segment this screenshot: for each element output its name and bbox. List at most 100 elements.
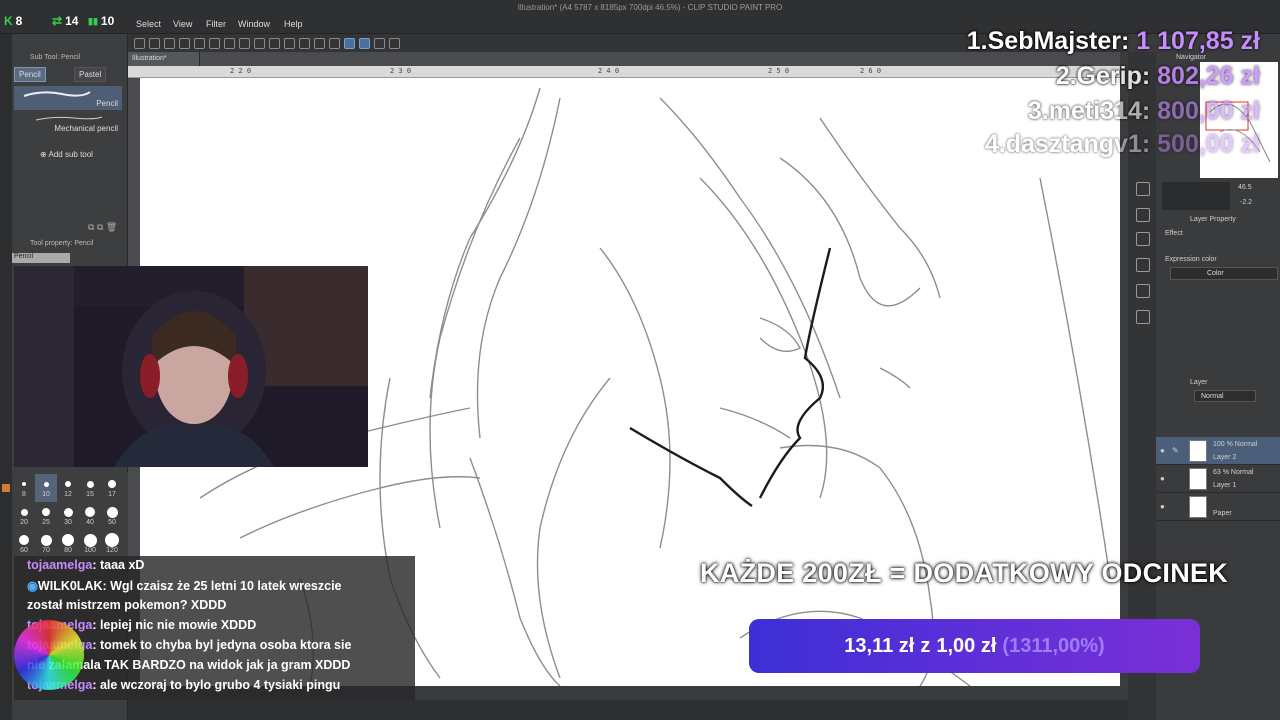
brush-size-10[interactable]: 10 bbox=[35, 474, 57, 502]
brush-size-17[interactable]: 17 bbox=[101, 474, 123, 502]
brush-name: Mechanical pencil bbox=[54, 124, 118, 133]
blend-mode-select[interactable]: Normal bbox=[1194, 390, 1256, 402]
panel-icon[interactable] bbox=[1136, 310, 1150, 324]
invert-selection-icon[interactable] bbox=[329, 37, 340, 49]
brush-size-8[interactable]: 8 bbox=[13, 474, 35, 502]
brush-size-60[interactable]: 60 bbox=[13, 530, 35, 558]
color-wheel[interactable] bbox=[14, 620, 84, 690]
leaderboard-row-3: 3.meti314: 800,00 zł bbox=[1027, 97, 1260, 125]
brush-size-label: 80 bbox=[64, 547, 72, 554]
layer-name: Layer 1 bbox=[1213, 482, 1237, 489]
add-sub-tool-button[interactable]: ⊕ Add sub tool bbox=[40, 150, 93, 159]
add-sub-tool-label: Add sub tool bbox=[48, 150, 93, 159]
brush-dot bbox=[83, 533, 97, 547]
vertical-scrollbar[interactable] bbox=[1120, 66, 1128, 686]
brush-size-15[interactable]: 15 bbox=[79, 474, 101, 502]
layer-row-layer-2[interactable]: ● ✎ 100 % Normal Layer 2 bbox=[1156, 437, 1280, 465]
brush-item-mechanical-pencil[interactable]: Mechanical pencil bbox=[14, 112, 122, 136]
eye-icon[interactable]: ● bbox=[1160, 502, 1169, 511]
eye-icon[interactable]: ● bbox=[1160, 446, 1169, 455]
stat-value: 10 bbox=[100, 14, 115, 28]
paste-icon[interactable] bbox=[209, 37, 220, 49]
trash-icon[interactable]: 🗑 bbox=[106, 222, 117, 232]
brush-size-70[interactable]: 70 bbox=[35, 530, 57, 558]
leaderboard-row-1: 1.SebMajster: 1 107,85 zł bbox=[966, 27, 1260, 55]
tool-property-title: Tool property: Pencil bbox=[30, 240, 94, 247]
color-swatch[interactable] bbox=[2, 484, 10, 492]
tab-pencil[interactable]: Pencil bbox=[14, 67, 46, 82]
panel-icon[interactable] bbox=[1136, 284, 1150, 298]
effect-label: Effect bbox=[1165, 230, 1183, 237]
loading-icon[interactable] bbox=[269, 37, 280, 49]
donation-banner: KAŻDE 200ZŁ = DODATKOWY ODCINEK bbox=[700, 558, 1229, 588]
ruler-label: 2 2 0 bbox=[230, 67, 252, 75]
transform-icon[interactable] bbox=[389, 37, 400, 49]
copy-icon[interactable]: ⧉ bbox=[88, 222, 94, 232]
navigator-sliders[interactable] bbox=[1162, 182, 1230, 210]
save-icon[interactable] bbox=[179, 37, 190, 49]
stream-stat-kick: K 8 bbox=[4, 14, 22, 28]
brush-size-50[interactable]: 50 bbox=[101, 502, 123, 530]
layer-row-paper[interactable]: ● Paper bbox=[1156, 493, 1280, 521]
bars-icon: ▮▮ bbox=[88, 15, 98, 26]
tool-property-name: Pencil bbox=[12, 253, 70, 263]
brush-size-120[interactable]: 120 bbox=[101, 530, 123, 558]
menu-window[interactable]: Window bbox=[238, 19, 270, 29]
brush-size-30[interactable]: 30 bbox=[57, 502, 79, 530]
donation-percent: (1311,00%) bbox=[1002, 634, 1105, 657]
panel-icon[interactable] bbox=[1136, 232, 1150, 246]
snap-ruler-icon[interactable] bbox=[344, 37, 355, 49]
crop-icon[interactable] bbox=[299, 37, 310, 49]
fill-icon[interactable] bbox=[284, 37, 295, 49]
zoom-value[interactable]: 46.5 bbox=[1238, 184, 1252, 191]
brush-size-label: 60 bbox=[20, 547, 28, 554]
screen: K 8 ⇄ 14 ▮▮ 10 Select View Filter Window… bbox=[0, 0, 1280, 720]
menu-help[interactable]: Help bbox=[284, 19, 303, 29]
menu-view[interactable]: View bbox=[173, 19, 192, 29]
ruler-label: 2 4 0 bbox=[598, 67, 620, 75]
brush-dot bbox=[22, 482, 26, 486]
new-icon[interactable] bbox=[149, 37, 160, 49]
undo-icon[interactable] bbox=[239, 37, 250, 49]
deselect-icon[interactable] bbox=[314, 37, 325, 49]
brush-item-pencil[interactable]: Pencil bbox=[14, 86, 122, 110]
brush-size-25[interactable]: 25 bbox=[35, 502, 57, 530]
panel-icon[interactable] bbox=[1136, 208, 1150, 222]
menu-filter[interactable]: Filter bbox=[206, 19, 226, 29]
layer-row-layer-1[interactable]: ● 63 % Normal Layer 1 bbox=[1156, 465, 1280, 493]
document-tab[interactable]: Illustration* bbox=[128, 52, 200, 66]
brush-size-12[interactable]: 12 bbox=[57, 474, 79, 502]
open-icon[interactable] bbox=[164, 37, 175, 49]
brush-dot bbox=[86, 480, 94, 488]
brush-size-20[interactable]: 20 bbox=[13, 502, 35, 530]
brush-size-label: 15 bbox=[86, 491, 94, 498]
layer-panel-title: Layer bbox=[1190, 379, 1208, 386]
donation-current: 13,11 zł bbox=[844, 634, 915, 657]
redo-icon[interactable] bbox=[254, 37, 265, 49]
expression-color-select[interactable]: Color bbox=[1170, 267, 1278, 280]
chat-line: został mistrzem pokemon? XDDD bbox=[27, 598, 227, 612]
duplicate-icon[interactable]: ⧉ bbox=[97, 222, 103, 232]
ruler-label: 2 5 0 bbox=[768, 67, 790, 75]
clear-icon[interactable] bbox=[224, 37, 235, 49]
tab-pastel[interactable]: Pastel bbox=[74, 67, 107, 82]
sub-tool-actions: ⧉ ⧉ 🗑 bbox=[88, 222, 117, 233]
brush-dot bbox=[108, 480, 116, 488]
brush-size-100[interactable]: 100 bbox=[79, 530, 101, 558]
ruler-label: 2 6 0 bbox=[860, 67, 882, 75]
brush-size-40[interactable]: 40 bbox=[79, 502, 101, 530]
menu-icon[interactable] bbox=[134, 37, 145, 49]
snap-grid-icon[interactable] bbox=[374, 37, 385, 49]
layer-property-title: Layer Property bbox=[1190, 216, 1236, 223]
snap-special-ruler-icon[interactable] bbox=[359, 37, 370, 49]
brush-dot bbox=[62, 534, 74, 546]
brush-size-label: 12 bbox=[64, 491, 72, 498]
rotate-value[interactable]: -2.2 bbox=[1240, 199, 1252, 206]
panel-icon[interactable] bbox=[1136, 182, 1150, 196]
brush-dot bbox=[106, 506, 118, 518]
copy-icon[interactable] bbox=[194, 37, 205, 49]
menu-select[interactable]: Select bbox=[136, 19, 161, 29]
panel-icon[interactable] bbox=[1136, 258, 1150, 272]
eye-icon[interactable]: ● bbox=[1160, 474, 1169, 483]
brush-size-80[interactable]: 80 bbox=[57, 530, 79, 558]
